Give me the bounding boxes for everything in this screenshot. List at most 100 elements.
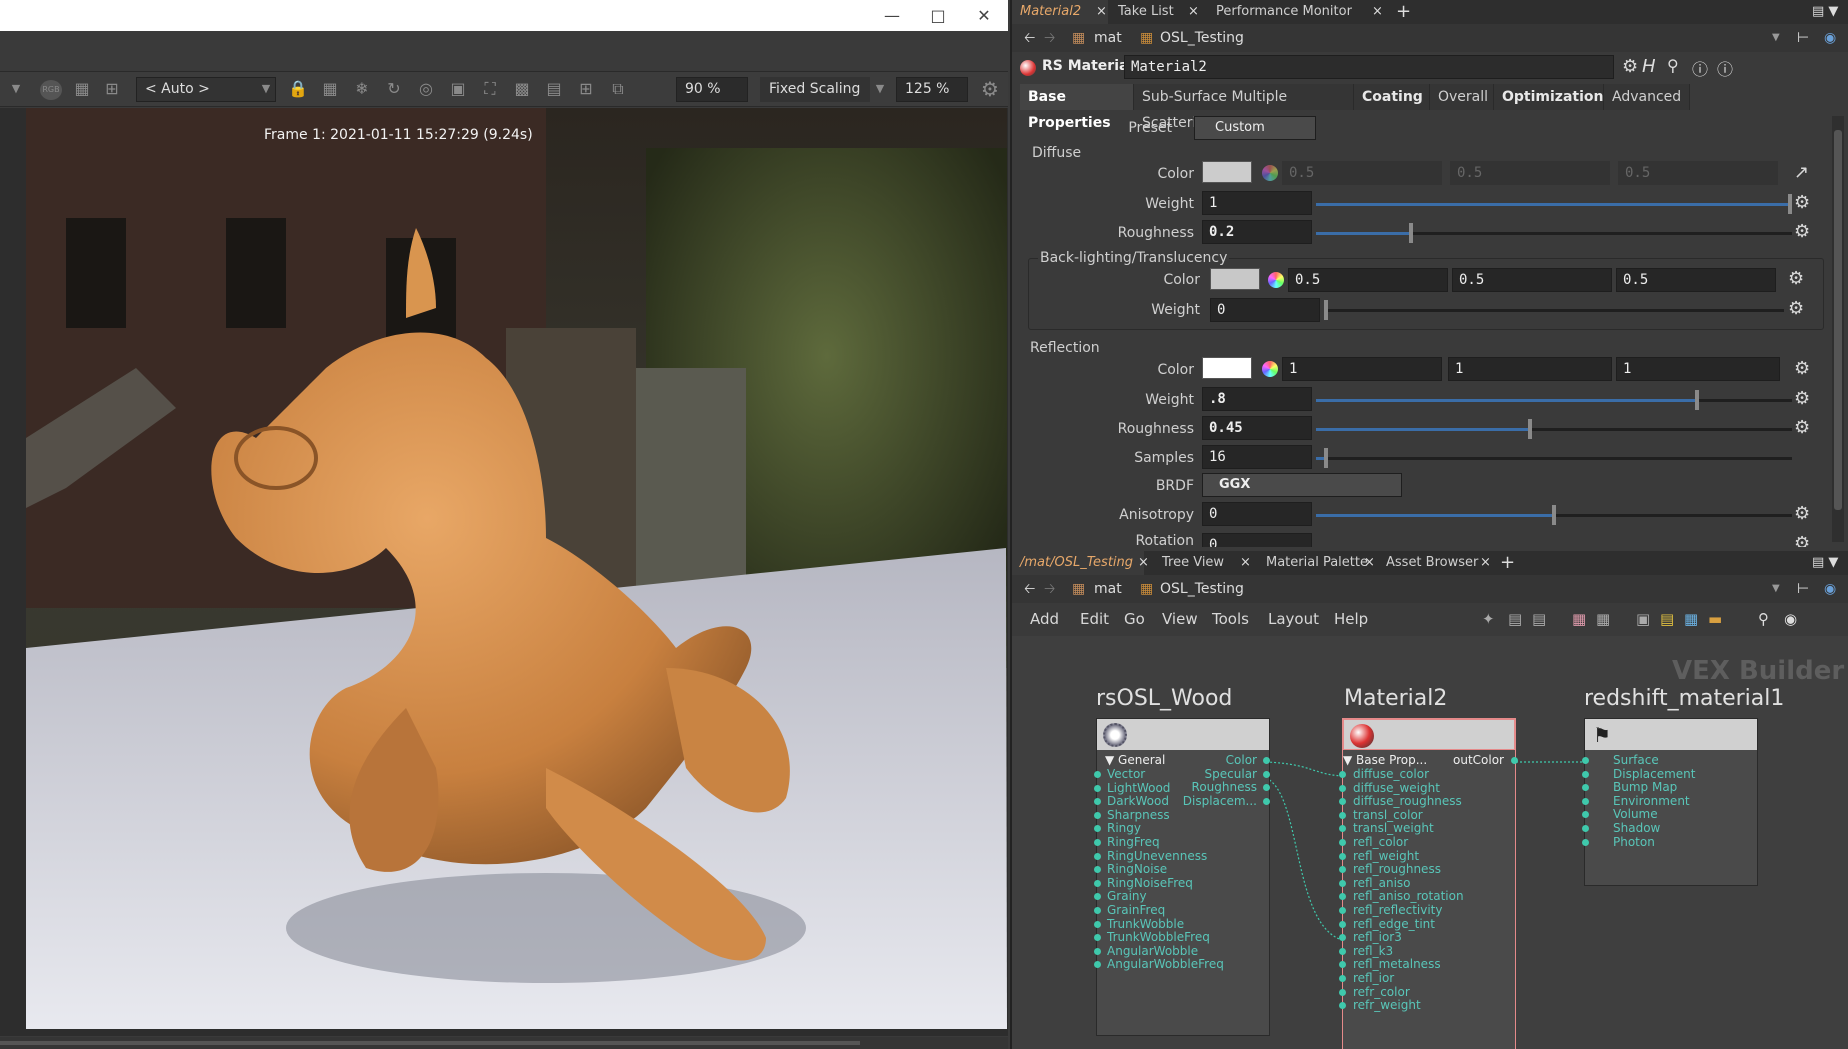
port-label[interactable]: LightWood — [1107, 781, 1170, 795]
port-dot[interactable] — [1094, 771, 1101, 778]
preset-select[interactable]: Custom — [1194, 116, 1316, 140]
gear-icon[interactable]: ⚙ — [1794, 360, 1810, 378]
port-label[interactable]: refl_metalness — [1353, 957, 1441, 971]
port-dot[interactable] — [1339, 798, 1346, 806]
port-dot[interactable] — [1582, 825, 1589, 832]
port-label[interactable]: refl_aniso — [1353, 876, 1411, 890]
path-mat[interactable]: mat — [1094, 27, 1122, 49]
scaling-select[interactable]: Fixed Scaling — [760, 77, 870, 102]
port-label[interactable]: diffuse_color — [1353, 767, 1429, 781]
minimize-icon[interactable]: — — [880, 6, 904, 25]
gear-icon[interactable]: ⚙ — [1794, 505, 1810, 523]
port-label[interactable]: transl_color — [1353, 808, 1423, 822]
close-tab-icon[interactable]: × — [1480, 551, 1491, 575]
tab-mat-osl-testing[interactable]: /mat/OSL_Testing — [1012, 551, 1144, 575]
port-label[interactable]: refl_aniso_rotation — [1353, 889, 1464, 903]
refl-roughness-slider[interactable] — [1316, 419, 1792, 439]
port-label[interactable]: Ringy — [1107, 821, 1141, 835]
refl-samples-field[interactable]: 16 — [1202, 445, 1312, 469]
compare-icon[interactable]: ▩ — [512, 79, 532, 99]
image-icon[interactable]: ▤ — [544, 79, 564, 99]
port-dot[interactable] — [1094, 879, 1101, 887]
port-dot[interactable] — [1339, 852, 1346, 860]
gear-icon[interactable]: ⚙ — [1794, 194, 1810, 212]
port-label[interactable]: GrainFreq — [1107, 903, 1165, 917]
port-dot[interactable] — [1094, 825, 1101, 833]
param-scrollbar[interactable] — [1832, 116, 1844, 542]
forward-arrow-icon[interactable]: 🡢 — [1044, 27, 1055, 49]
port-dot[interactable] — [1263, 784, 1270, 792]
tab-optimizations[interactable]: Optimizations — [1494, 84, 1612, 110]
tab-material2[interactable]: Material2 — [1012, 0, 1108, 24]
refl-color-r[interactable]: 1 — [1282, 357, 1442, 381]
refl-aniso-slider[interactable] — [1316, 505, 1792, 525]
refl-color-b[interactable]: 1 — [1616, 357, 1780, 381]
color-wheel-icon[interactable] — [1262, 361, 1278, 377]
refl-rotation-field[interactable]: 0 — [1202, 533, 1312, 547]
port-label[interactable]: TrunkWobbleFreq — [1107, 930, 1210, 944]
close-tab-icon[interactable]: × — [1364, 551, 1375, 575]
add-tab-icon[interactable]: + — [1500, 551, 1515, 575]
target-icon[interactable]: ◎ — [416, 79, 436, 99]
port-label[interactable]: diffuse_weight — [1353, 781, 1440, 795]
material-node[interactable]: ▼ Base Prop... outColor diffuse_color dif… — [1339, 718, 1518, 1049]
port-dot[interactable] — [1094, 839, 1101, 846]
port-label[interactable]: refl_ior — [1353, 971, 1394, 985]
diffuse-weight-slider[interactable] — [1316, 194, 1792, 214]
backlight-weight-slider[interactable] — [1324, 300, 1784, 320]
port-dot[interactable] — [1339, 975, 1346, 982]
port-label[interactable]: Specular — [1205, 767, 1257, 781]
refl-aniso-field[interactable]: 0 — [1202, 502, 1312, 526]
chevron-down-icon[interactable]: ▼ — [256, 79, 276, 99]
diffuse-roughness-field[interactable]: 0.2 — [1202, 220, 1312, 244]
diffuse-color-swatch[interactable] — [1202, 161, 1252, 183]
redshift-node-header[interactable]: ⚑ — [1585, 719, 1757, 750]
port-dot[interactable] — [1094, 852, 1101, 860]
port-label[interactable]: refl_k3 — [1353, 944, 1393, 958]
diffuse-weight-field[interactable]: 1 — [1202, 191, 1312, 215]
port-dot[interactable] — [1263, 797, 1270, 805]
forward-arrow-icon[interactable]: 🡢 — [1044, 578, 1055, 600]
port-dot[interactable] — [1582, 784, 1589, 792]
link-icon[interactable]: ↗ — [1794, 164, 1809, 182]
port-label[interactable]: Volume — [1613, 807, 1658, 821]
port-dot[interactable] — [1094, 934, 1101, 942]
zoom-field[interactable]: 90 % — [676, 77, 748, 102]
tab-asset-browser[interactable]: Asset Browser — [1378, 551, 1494, 575]
grid-icon[interactable]: ▦ — [72, 79, 92, 99]
gear-icon[interactable]: ⚙ — [1794, 535, 1810, 548]
material-out-port[interactable]: outColor — [1453, 753, 1504, 767]
port-label[interactable]: Grainy — [1107, 889, 1147, 903]
port-dot[interactable] — [1094, 947, 1101, 955]
port-dot[interactable] — [1339, 988, 1346, 996]
wood-node-header[interactable] — [1097, 719, 1269, 750]
port-label[interactable]: Photon — [1613, 835, 1655, 849]
port-label[interactable]: refl_weight — [1353, 849, 1419, 863]
refl-weight-field[interactable]: .8 — [1202, 387, 1312, 411]
port-label[interactable]: RingUnevenness — [1107, 849, 1207, 863]
port-dot[interactable] — [1263, 770, 1270, 778]
port-dot[interactable] — [1582, 757, 1589, 764]
zoom2-field[interactable]: 125 % — [896, 77, 968, 102]
network-editor[interactable]: Add Edit Go View Tools Layout Help ✦ ▤ ▤… — [1012, 604, 1848, 1049]
tab-subsurface[interactable]: Sub-Surface Multiple Scattering — [1134, 84, 1354, 131]
port-label[interactable]: Color — [1226, 753, 1257, 767]
chevron-down-icon[interactable]: ▼ — [1772, 27, 1780, 49]
dropdown-arrow-icon[interactable]: ▼ — [6, 79, 26, 99]
refl-color-swatch[interactable] — [1202, 357, 1252, 379]
wood-node[interactable]: ▼ General Vector LightWood DarkWood Sharpne… — [1094, 718, 1270, 1036]
back-arrow-icon[interactable]: 🡠 — [1024, 578, 1035, 600]
close-tab-icon[interactable]: × — [1240, 551, 1251, 575]
port-label[interactable]: refl_color — [1353, 835, 1408, 849]
add-tab-icon[interactable]: + — [1396, 0, 1411, 24]
close-tab-icon[interactable]: × — [1138, 551, 1149, 575]
param-scrollbar-thumb[interactable] — [1834, 130, 1842, 510]
port-dot[interactable] — [1339, 839, 1346, 846]
port-label[interactable]: refl_ior3 — [1353, 930, 1402, 944]
path-mat[interactable]: mat — [1094, 578, 1122, 600]
gear-icon[interactable]: ⚙ — [1794, 419, 1810, 437]
port-label[interactable]: Vector — [1107, 767, 1145, 781]
brdf-select[interactable]: GGX — [1202, 473, 1402, 497]
help-h-icon[interactable]: H — [1642, 56, 1656, 77]
chevron-down-icon[interactable]: ▼ — [870, 79, 890, 99]
